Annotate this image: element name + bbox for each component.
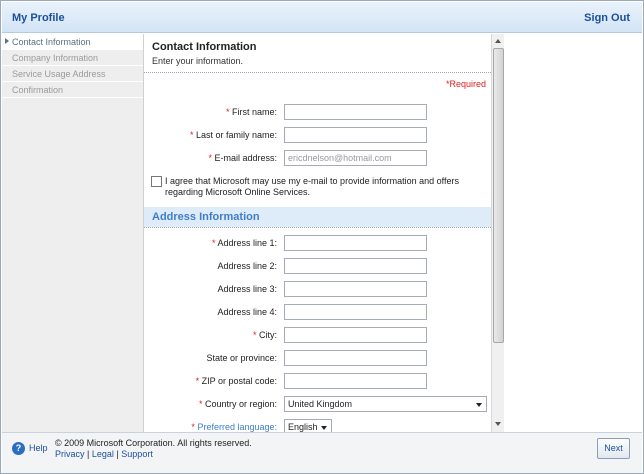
- language-row: * Preferred language: English: [144, 419, 491, 432]
- first-name-input[interactable]: [284, 104, 427, 120]
- copyright-text: © 2009 Microsoft Corporation. All rights…: [55, 438, 252, 448]
- privacy-link[interactable]: Privacy: [55, 449, 85, 459]
- address-line3-input[interactable]: [284, 281, 427, 297]
- link-separator: |: [87, 449, 90, 459]
- state-label: State or province:: [206, 353, 277, 363]
- address-section-header: Address Information: [144, 207, 491, 227]
- next-button[interactable]: Next: [597, 438, 630, 459]
- sidebar-item-confirmation: Confirmation: [2, 82, 143, 98]
- first-name-row: * First name:: [144, 104, 491, 120]
- zip-row: * ZIP or postal code:: [144, 373, 491, 389]
- sidebar-item-label: Confirmation: [12, 85, 64, 95]
- city-label: * City:: [252, 330, 277, 340]
- last-name-row: * Last or family name:: [144, 127, 491, 143]
- profile-window: My Profile Sign Out Contact Information …: [0, 0, 644, 474]
- address-line3-label: Address line 3:: [217, 284, 277, 294]
- address-line3-row: Address line 3:: [144, 281, 491, 297]
- link-separator: |: [116, 449, 119, 459]
- last-name-label: * Last or family name:: [189, 130, 277, 140]
- support-link[interactable]: Support: [121, 449, 153, 459]
- address-line1-row: * Address line 1:: [144, 235, 491, 251]
- country-row: * Country or region: United Kingdom: [144, 396, 491, 412]
- sidebar-item-company-information: Company Information: [2, 50, 143, 66]
- state-input[interactable]: [284, 350, 427, 366]
- legal-link[interactable]: Legal: [92, 449, 114, 459]
- required-note: *Required: [445, 79, 486, 89]
- help-link[interactable]: Help: [29, 443, 48, 453]
- contact-section-subtitle: Enter your information.: [152, 56, 244, 66]
- page-title: My Profile: [12, 12, 65, 24]
- state-row: State or province:: [144, 350, 491, 366]
- triangle-right-icon: [5, 38, 9, 44]
- scrollbar-thumb[interactable]: [493, 48, 504, 343]
- last-name-input[interactable]: [284, 127, 427, 143]
- sidebar-item-label: Company Information: [12, 53, 99, 63]
- footer-bar: ? Help © 2009 Microsoft Corporation. All…: [2, 432, 642, 473]
- address-section-title: Address Information: [152, 211, 260, 223]
- address-line4-row: Address line 4:: [144, 304, 491, 320]
- footer-links: Privacy | Legal | Support: [55, 449, 153, 459]
- country-select[interactable]: United Kingdom: [284, 396, 487, 412]
- address-line2-label: Address line 2:: [217, 261, 277, 271]
- country-label: * Country or region:: [198, 399, 277, 409]
- vertical-scrollbar[interactable]: [491, 34, 504, 432]
- right-pane: [504, 34, 642, 432]
- address-line4-label: Address line 4:: [217, 307, 277, 317]
- help-icon[interactable]: ?: [12, 442, 25, 455]
- first-name-label: * First name:: [225, 107, 277, 117]
- sign-out-link[interactable]: Sign Out: [584, 12, 630, 24]
- address-line1-label: * Address line 1:: [211, 238, 277, 248]
- email-consent: I agree that Microsoft may use my e-mail…: [151, 176, 481, 198]
- chevron-down-icon: [476, 403, 482, 407]
- email-row: * E-mail address:: [144, 150, 491, 166]
- divider: [144, 72, 491, 73]
- sidebar-item-label: Service Usage Address: [12, 69, 106, 79]
- address-line1-input[interactable]: [284, 235, 427, 251]
- zip-input[interactable]: [284, 373, 427, 389]
- email-label: * E-mail address:: [208, 153, 277, 163]
- email-consent-text: I agree that Microsoft may use my e-mail…: [165, 176, 459, 197]
- divider: [144, 227, 491, 228]
- language-label: * Preferred language:: [191, 422, 277, 432]
- language-select[interactable]: English: [284, 419, 332, 432]
- sidebar-item-label: Contact Information: [12, 37, 91, 47]
- scroll-down-icon[interactable]: [493, 419, 504, 430]
- address-line2-row: Address line 2:: [144, 258, 491, 274]
- address-line4-input[interactable]: [284, 304, 427, 320]
- city-input[interactable]: [284, 327, 427, 343]
- country-select-value: United Kingdom: [288, 399, 353, 409]
- city-row: * City:: [144, 327, 491, 343]
- email-input[interactable]: [284, 150, 427, 166]
- sidebar-item-service-usage-address: Service Usage Address: [2, 66, 143, 82]
- contact-section-title: Contact Information: [152, 41, 257, 53]
- language-select-value: English: [288, 422, 318, 432]
- sidebar-item-contact-information[interactable]: Contact Information: [2, 34, 143, 50]
- header-bar: My Profile Sign Out: [2, 2, 642, 33]
- scroll-up-icon[interactable]: [493, 36, 504, 47]
- form-content: Contact Information Enter your informati…: [144, 34, 491, 432]
- zip-label: * ZIP or postal code:: [195, 376, 277, 386]
- wizard-sidebar: Contact Information Company Information …: [2, 34, 144, 432]
- address-line2-input[interactable]: [284, 258, 427, 274]
- chevron-down-icon: [321, 426, 327, 430]
- email-consent-checkbox[interactable]: [151, 176, 162, 187]
